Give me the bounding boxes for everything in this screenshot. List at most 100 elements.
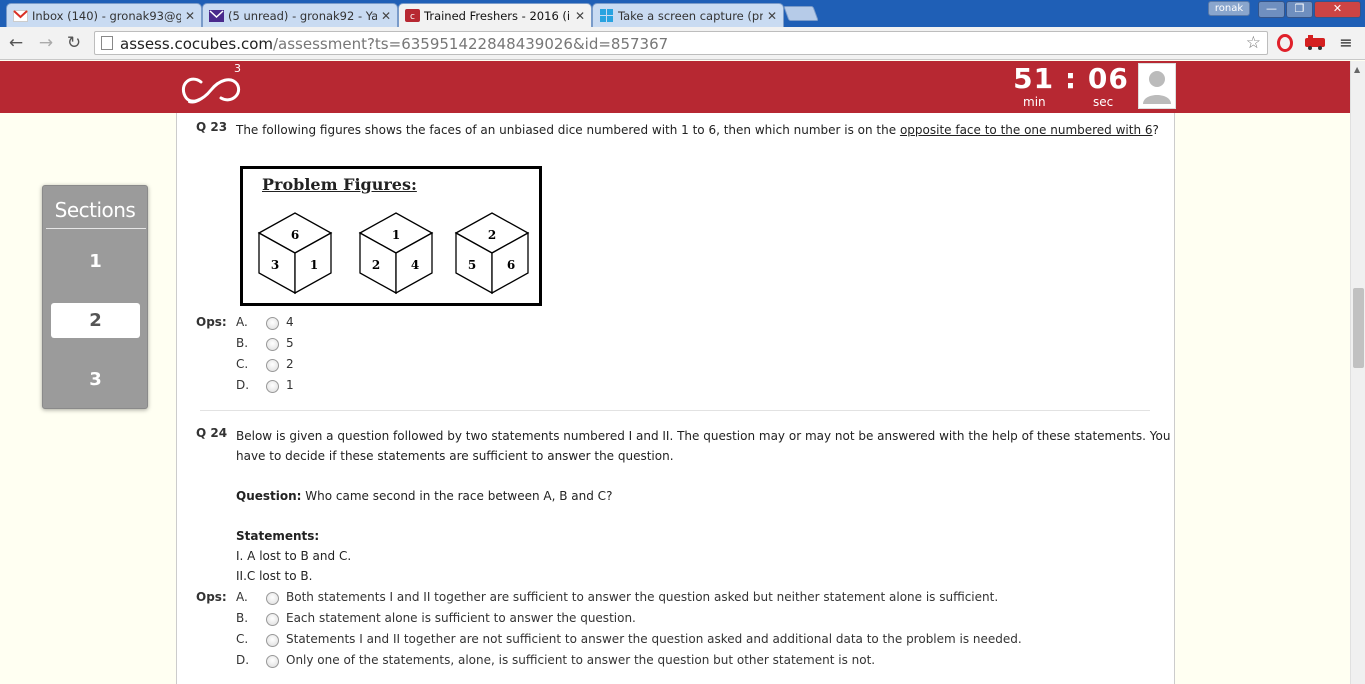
- tab-title: (5 unread) - gronak92 - Ya: [228, 8, 377, 23]
- option-radio[interactable]: [266, 655, 279, 668]
- question-text-line1: Below is given a question followed by tw…: [236, 429, 1171, 443]
- tab-title: Inbox (140) - gronak93@g: [32, 8, 181, 23]
- die-number-right: 1: [310, 258, 318, 272]
- tab-yahoo-mail[interactable]: (5 unread) - gronak92 - Ya ✕: [202, 3, 398, 27]
- ops-label: Ops:: [196, 590, 227, 604]
- die-number-top: 2: [488, 228, 496, 242]
- user-avatar[interactable]: [1138, 63, 1176, 109]
- tab-close-icon[interactable]: ✕: [767, 9, 777, 23]
- option-text: 5: [286, 336, 294, 350]
- timer-digits: 51 : 06: [1012, 62, 1130, 95]
- windows-icon: [599, 9, 614, 22]
- option-letter: A.: [236, 590, 248, 604]
- svg-text:c: c: [410, 12, 415, 22]
- tab-close-icon[interactable]: ✕: [185, 9, 195, 23]
- timer-min-label: min: [1023, 95, 1046, 109]
- die-number-top: 1: [392, 228, 400, 242]
- problem-figures: Problem Figures: 631124256: [240, 166, 542, 306]
- question-text-line2: have to decide if these statements are s…: [236, 449, 674, 463]
- option-radio[interactable]: [266, 380, 279, 393]
- bookmark-star-icon[interactable]: ☆: [1246, 33, 1261, 53]
- dice-figures: 6 3 1 1 2 4 2 5 6: [257, 212, 530, 295]
- die-number-left: 2: [372, 258, 380, 272]
- back-arrow-icon[interactable]: ←: [6, 33, 26, 53]
- tab-gmail-inbox[interactable]: Inbox (140) - gronak93@g ✕: [6, 3, 202, 27]
- tab-close-icon[interactable]: ✕: [381, 9, 391, 23]
- section-item-3[interactable]: 3: [51, 362, 140, 397]
- window-close-button[interactable]: ✕: [1314, 1, 1361, 18]
- question-number: Q 23: [196, 120, 228, 134]
- statement-1: I. A lost to B and C.: [236, 549, 352, 563]
- die-number-right: 6: [507, 258, 515, 272]
- die-number-left: 3: [271, 258, 279, 272]
- page-scrollbar[interactable]: ▲: [1350, 61, 1365, 684]
- site-header: 3 51 : 06 min sec: [0, 61, 1350, 113]
- die-number-right: 4: [411, 258, 419, 272]
- option-letter: C.: [236, 357, 249, 371]
- die-3: 2 5 6: [454, 212, 530, 295]
- option-radio[interactable]: [266, 359, 279, 372]
- menu-icon[interactable]: ≡: [1338, 34, 1354, 52]
- new-tab-button[interactable]: [783, 6, 819, 21]
- sections-title: Sections: [54, 198, 136, 222]
- option-radio[interactable]: [266, 634, 279, 647]
- option-letter: D.: [236, 653, 250, 667]
- statement-2: II.C lost to B.: [236, 569, 313, 583]
- option-text: Only one of the statements, alone, is su…: [286, 653, 876, 667]
- tab-close-icon[interactable]: ✕: [575, 9, 585, 23]
- ops-label: Ops:: [196, 315, 227, 329]
- option-letter: B.: [236, 336, 249, 350]
- option-radio[interactable]: [266, 592, 279, 605]
- option-letter: C.: [236, 632, 249, 646]
- option-text: Statements I and II together are not suf…: [286, 632, 1022, 646]
- die-number-top: 6: [291, 228, 299, 242]
- timer-minutes: 51: [1013, 62, 1055, 95]
- forward-arrow-icon[interactable]: →: [36, 33, 56, 53]
- profile-name-badge[interactable]: ronak: [1208, 1, 1250, 16]
- option-text: 2: [286, 357, 294, 371]
- question-prompt: Question: Who came second in the race be…: [236, 486, 612, 506]
- tab-screen-capture[interactable]: Take a screen capture (pri ✕: [592, 3, 784, 27]
- scroll-up-arrow-icon[interactable]: ▲: [1354, 65, 1360, 74]
- logo-superscript: 3: [234, 62, 241, 75]
- section-item-1[interactable]: 1: [51, 244, 140, 279]
- scrollbar-thumb[interactable]: [1353, 288, 1364, 368]
- option-text: 1: [286, 378, 294, 392]
- statements-label: Statements:: [236, 529, 320, 543]
- option-text: Both statements I and II together are su…: [286, 590, 999, 604]
- opera-extension-icon[interactable]: [1277, 34, 1293, 52]
- minimize-button[interactable]: —: [1258, 1, 1285, 18]
- option-letter: A.: [236, 315, 248, 329]
- browser-toolbar: ← → ↻ assess.cocubes.com/assessment?ts=6…: [0, 27, 1365, 60]
- cocubes-logo: 3: [175, 62, 255, 112]
- option-radio[interactable]: [266, 338, 279, 351]
- tab-title: Trained Freshers - 2016 (i: [424, 8, 571, 23]
- option-letter: B.: [236, 611, 249, 625]
- question-prompt-text: Who came second in the race between A, B…: [301, 489, 613, 503]
- reload-icon[interactable]: ↻: [64, 33, 84, 53]
- browser-tab-strip: Inbox (140) - gronak93@g ✕ (5 unread) - …: [0, 0, 1365, 27]
- question-text: The following figures shows the faces of…: [236, 123, 1159, 137]
- adblock-extension-icon[interactable]: [1304, 34, 1326, 52]
- address-bar[interactable]: assess.cocubes.com/assessment?ts=6359514…: [94, 31, 1268, 55]
- option-radio[interactable]: [266, 613, 279, 626]
- timer-separator: :: [1064, 62, 1078, 95]
- question-divider: [200, 410, 1150, 411]
- question-label: Question:: [236, 489, 302, 503]
- section-item-2[interactable]: 2: [51, 303, 140, 338]
- countdown-timer: 51 : 06 min sec: [1012, 61, 1130, 113]
- option-text: 4: [286, 315, 294, 329]
- option-text: Each statement alone is sufficient to an…: [286, 611, 636, 625]
- tab-trained-freshers[interactable]: c Trained Freshers - 2016 (i ✕: [398, 3, 592, 27]
- cocubes-icon: c: [405, 9, 420, 22]
- gmail-icon: [13, 9, 28, 22]
- sections-divider: [46, 228, 146, 229]
- maximize-button[interactable]: ❐: [1286, 1, 1313, 18]
- timer-seconds: 06: [1087, 62, 1129, 95]
- tab-title: Take a screen capture (pri: [618, 8, 763, 23]
- option-radio[interactable]: [266, 317, 279, 330]
- option-letter: D.: [236, 378, 250, 392]
- url-text: assess.cocubes.com/assessment?ts=6359514…: [120, 35, 669, 53]
- timer-sec-label: sec: [1093, 95, 1114, 109]
- yahoo-mail-icon: [209, 9, 224, 22]
